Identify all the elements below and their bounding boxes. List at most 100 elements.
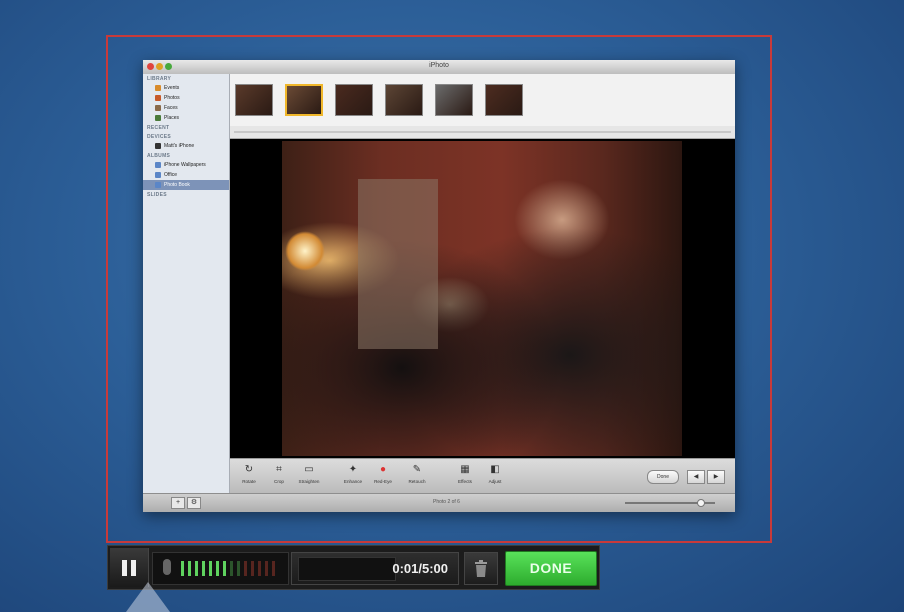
tool-label: Retouch: [408, 479, 426, 484]
sidebar-item-label: Office: [164, 172, 177, 178]
sidebar-item-label: Photo Book: [164, 182, 190, 188]
tool-effects[interactable]: ▦ Effects: [450, 463, 480, 493]
sidebar-section-heading[interactable]: DEVICES: [143, 132, 229, 141]
sidebar-item[interactable]: Photos: [143, 93, 229, 103]
straighten-icon: ▭: [304, 464, 314, 475]
enhance-icon: ✦: [348, 464, 358, 475]
sidebar-item-icon: [155, 115, 161, 121]
tool-crop[interactable]: ⌗ Crop: [264, 463, 294, 493]
sidebar-item-label: Places: [164, 115, 180, 121]
tool-label: Effects: [458, 479, 472, 484]
discard-recording-button[interactable]: [464, 552, 498, 585]
sidebar-item-label: Photos: [164, 95, 180, 101]
microphone-level-meter[interactable]: [152, 552, 289, 585]
tool-label: Straighten: [298, 479, 320, 484]
sidebar-item-label: Faces: [164, 105, 178, 111]
main-photo[interactable]: [282, 141, 682, 456]
trash-icon: [475, 560, 487, 577]
sidebar-item[interactable]: Matt's iPhone: [143, 141, 229, 151]
photo-count-status: Photo 2 of 6: [433, 499, 460, 505]
thumbnail-photo-4[interactable]: [385, 84, 423, 116]
screen-recorder-bar: 0:01/5:00 DONE: [107, 545, 600, 590]
mic-level-bar: [258, 561, 261, 576]
tool-rotate[interactable]: ↻ Rotate: [234, 463, 264, 493]
sidebar-item-icon: [155, 85, 161, 91]
sidebar-item[interactable]: Places: [143, 113, 229, 123]
mic-level-bar: [223, 561, 226, 576]
sidebar-section-heading[interactable]: RECENT: [143, 123, 229, 132]
tool-adjust[interactable]: ◧ Adjust: [480, 463, 510, 493]
tool-straighten[interactable]: ▭ Straighten: [294, 463, 324, 493]
tool-label: Enhance: [343, 479, 363, 484]
thumbnail-photo-5[interactable]: [435, 84, 473, 116]
mic-level-bar: [230, 561, 233, 576]
adjust-icon: ◧: [490, 464, 500, 475]
tool-label: Red-Eye: [374, 479, 392, 484]
sidebar-item-icon: [155, 162, 161, 168]
pause-icon-bar: [131, 560, 136, 576]
sidebar-item[interactable]: Faces: [143, 103, 229, 113]
sidebar-item[interactable]: Office: [143, 170, 229, 180]
mic-level-bar: [237, 561, 240, 576]
tool-retouch[interactable]: ✎ Retouch: [402, 463, 432, 493]
photo-lamp-region: [285, 231, 325, 271]
mic-level-bar: [188, 561, 191, 576]
thumbnail-photo-2[interactable]: [285, 84, 323, 116]
sidebar-item-icon: [155, 95, 161, 101]
pause-icon: [122, 560, 127, 576]
sidebar-section-heading[interactable]: LIBRARY: [143, 74, 229, 83]
sidebar-section-heading[interactable]: SLIDES: [143, 190, 229, 199]
next-photo-button[interactable]: ▶: [707, 470, 725, 484]
zoom-slider-knob[interactable]: [697, 499, 705, 507]
red-eye-icon: ●: [379, 464, 387, 475]
microphone-icon: [163, 559, 171, 575]
tool-enhance[interactable]: ✦ Enhance: [338, 463, 368, 493]
elapsed-time: 0:01/5:00: [392, 561, 448, 576]
thumbnail-photo-1[interactable]: [235, 84, 273, 116]
sidebar-item-icon: [155, 105, 161, 111]
rotate-icon: ↻: [244, 464, 254, 475]
tool-label: Rotate: [242, 479, 256, 484]
mic-level-bar: [181, 561, 184, 576]
status-bar: + ⚙ Photo 2 of 6: [143, 493, 735, 512]
previous-photo-button[interactable]: ◀: [687, 470, 705, 484]
thumbnail-photo-6[interactable]: [485, 84, 523, 116]
retouch-icon: ✎: [412, 464, 422, 475]
thumbnail-photo-3[interactable]: [335, 84, 373, 116]
thumbnail-scrollbar[interactable]: [230, 126, 735, 139]
edit-toolbar: Done ◀ ▶ ↻ Rotate ⌗ Crop ▭ Straighten ✦ Enhance…: [230, 458, 735, 495]
sidebar-item-label: Matt's iPhone: [164, 143, 195, 149]
iphoto-window: iPhoto LIBRARY Events Photos Faces Places REC…: [143, 60, 735, 512]
sidebar-item-icon: [155, 143, 161, 149]
sidebar-item-label: Events: [164, 85, 180, 91]
mic-level-bar: [265, 561, 268, 576]
recording-timer: 0:01/5:00: [291, 552, 459, 585]
sidebar-item[interactable]: Events: [143, 83, 229, 93]
timeline-track: [298, 557, 396, 581]
sidebar-item[interactable]: iPhone Wallpapers: [143, 160, 229, 170]
mic-level-bar: [202, 561, 205, 576]
sidebar-item-icon: [155, 172, 161, 178]
effects-icon: ▦: [460, 464, 470, 475]
mic-level-bar: [209, 561, 212, 576]
crop-icon: ⌗: [276, 464, 282, 475]
tool-label: Crop: [274, 479, 284, 484]
tool-label: Adjust: [488, 479, 502, 484]
thumbnail-strip: [230, 74, 735, 127]
mic-level-bar: [244, 561, 247, 576]
mic-level-bar: [216, 561, 219, 576]
tool-red-eye[interactable]: ● Red-Eye: [368, 463, 398, 493]
mic-level-bar: [272, 561, 275, 576]
done-edit-button[interactable]: Done: [647, 470, 679, 484]
gear-icon[interactable]: ⚙: [187, 497, 201, 509]
sidebar-item-label: iPhone Wallpapers: [164, 162, 206, 168]
window-title: iPhoto: [429, 62, 449, 69]
done-recording-button[interactable]: DONE: [505, 551, 597, 586]
title-bar[interactable]: iPhoto: [143, 60, 735, 75]
add-album-button[interactable]: +: [171, 497, 185, 509]
photo-door-region: [358, 179, 438, 349]
sidebar-item[interactable]: Photo Book: [143, 180, 229, 190]
mic-level-bar: [251, 561, 254, 576]
source-list-sidebar: LIBRARY Events Photos Faces Places RECENT DEVI…: [143, 74, 230, 494]
sidebar-section-heading[interactable]: ALBUMS: [143, 151, 229, 160]
